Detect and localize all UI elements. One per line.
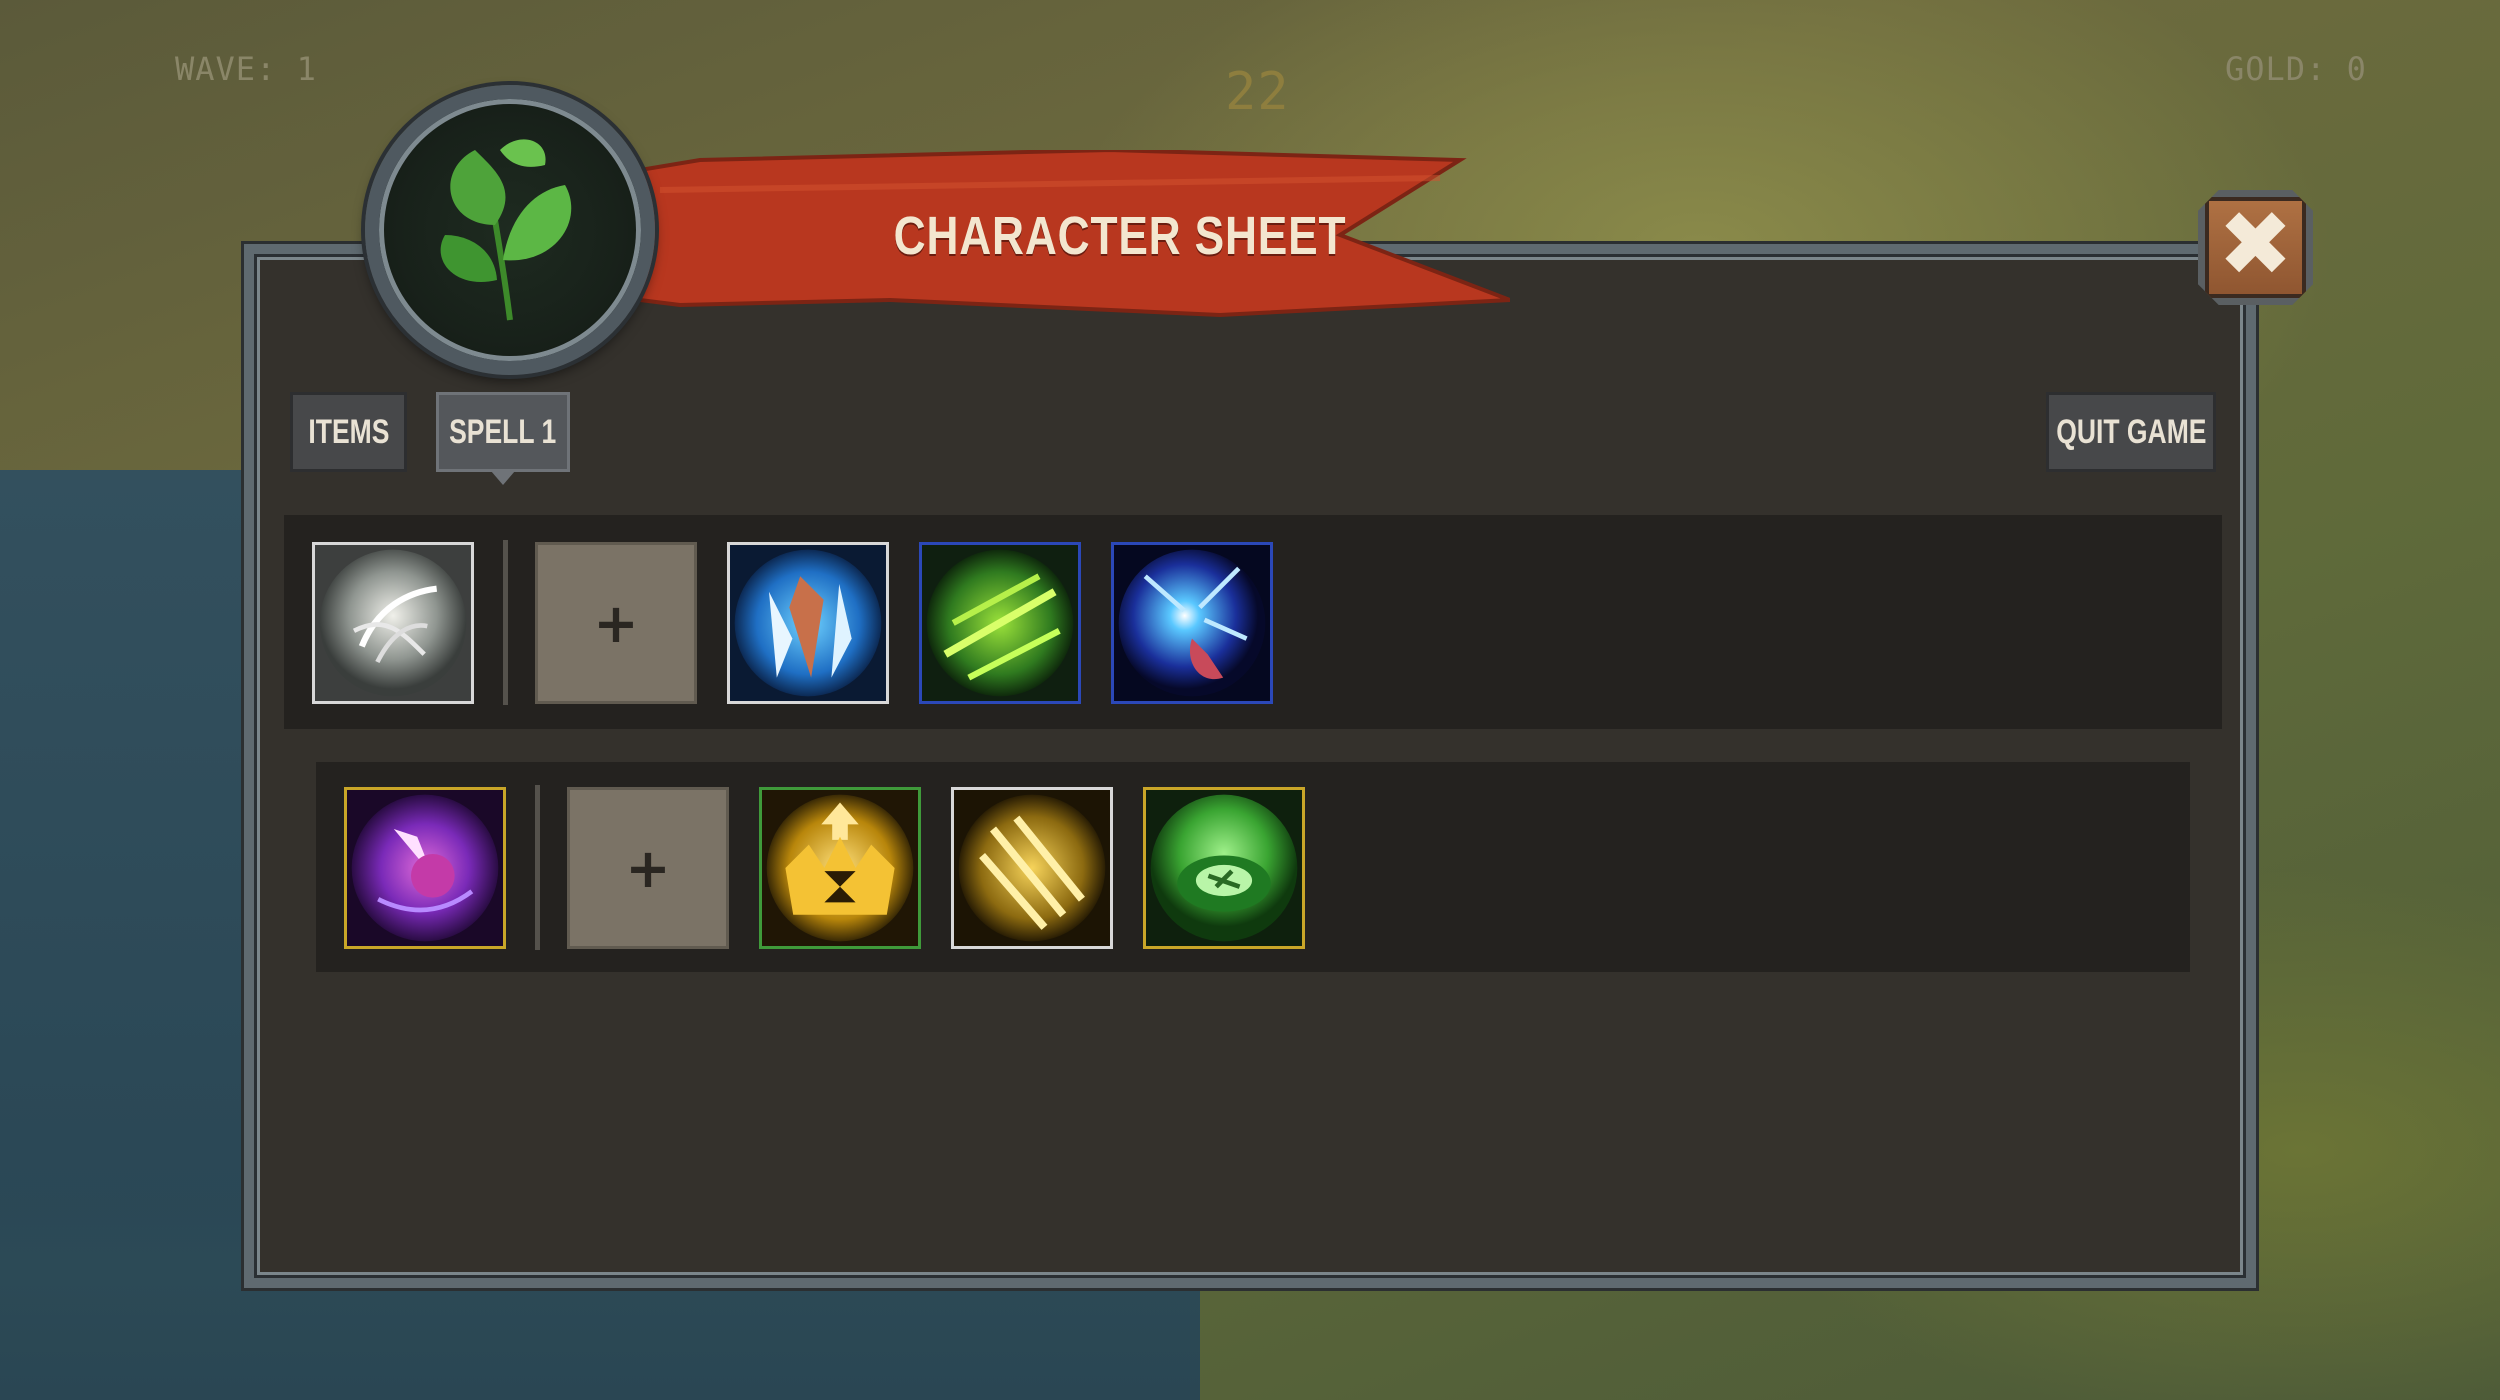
quit-game-label: QUIT GAME [2055, 412, 2207, 451]
golden-crown-upgrade-icon[interactable] [759, 787, 921, 949]
close-button[interactable]: ✖ [2198, 190, 2313, 305]
add-upgrade-slot[interactable]: + [567, 787, 729, 949]
tab-items-label: ITEMS [307, 412, 390, 451]
plus-icon: + [593, 591, 639, 655]
row-divider [535, 785, 540, 950]
tab-items[interactable]: ITEMS [290, 392, 407, 472]
wave-counter: WAVE: 1 [175, 50, 317, 88]
close-icon: ✖ [2217, 191, 2294, 297]
gold-counter: GOLD: 0 [2225, 50, 2367, 88]
tab-spell-1[interactable]: SPELL 1 [436, 392, 570, 485]
quit-game-button[interactable]: QUIT GAME [2046, 392, 2216, 472]
whirlwind-spell-icon[interactable] [312, 542, 474, 704]
golden-claw-upgrade-icon[interactable] [951, 787, 1113, 949]
add-spell-slot[interactable]: + [535, 542, 697, 704]
green-vortex-upgrade-icon[interactable] [1143, 787, 1305, 949]
tab-spell-1-label: SPELL 1 [449, 412, 557, 451]
page-title: CHARACTER SHEET [893, 206, 1347, 266]
ice-shard-spell-icon[interactable] [727, 542, 889, 704]
wave-timer: 22 [1225, 62, 1290, 122]
green-slash-spell-icon[interactable] [919, 542, 1081, 704]
arcane-blast-spell-icon[interactable] [1111, 542, 1273, 704]
plus-icon: + [625, 836, 671, 900]
row-divider [503, 540, 508, 705]
class-emblem [365, 85, 655, 375]
void-rune-spell-icon[interactable] [344, 787, 506, 949]
leaf-icon [440, 139, 572, 321]
